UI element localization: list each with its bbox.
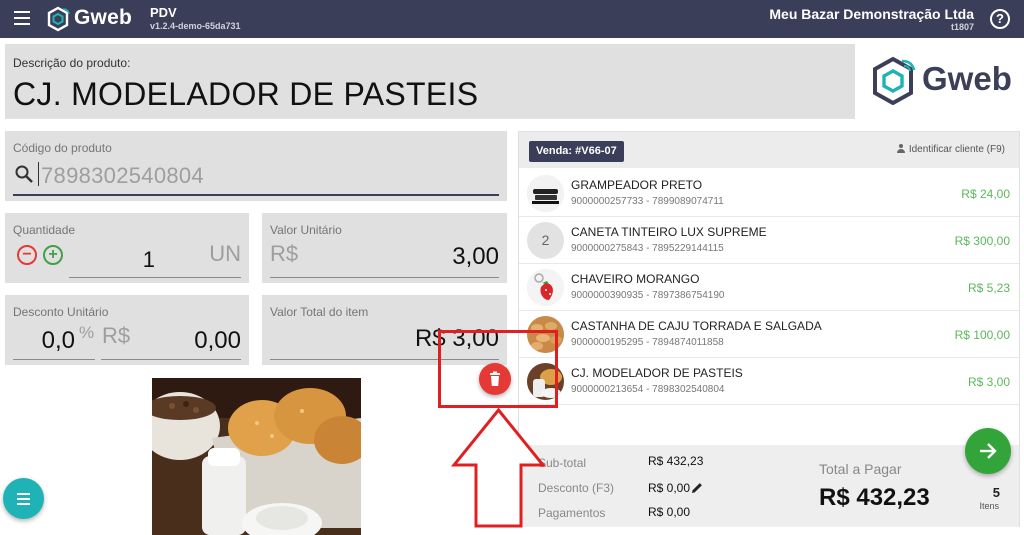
item-price: R$ 300,00: [954, 234, 1010, 248]
sale-header: Venda: #V66-07 Identificar cliente (F9): [519, 132, 1019, 168]
payments-value: R$ 0,00: [648, 505, 691, 519]
item-price: R$ 3,00: [967, 375, 1010, 389]
unit-discount-field: Desconto Unitário 0,0 % R$ 0,00: [5, 295, 249, 365]
sale-panel: Venda: #V66-07 Identificar cliente (F9) …: [518, 131, 1020, 527]
discount-value-underline: [101, 359, 241, 360]
product-description-panel: Descrição do produto: CJ. MODELADOR DE P…: [5, 44, 855, 119]
item-total-label: Valor Total do item: [270, 305, 369, 319]
item-codes: 9000000213654 - 7898302540804: [571, 384, 725, 395]
help-icon[interactable]: ?: [990, 9, 1010, 29]
item-name: GRAMPEADOR PRETO: [571, 178, 703, 192]
quantity-input[interactable]: 1: [115, 247, 155, 273]
total-to-pay-label: Total a Pagar: [819, 461, 902, 477]
percent-symbol: %: [79, 323, 95, 342]
item-thumbnail: 2: [527, 222, 564, 259]
sale-totals-footer: Sub-total R$ 432,23 Desconto (F3) R$ 0,0…: [519, 445, 1019, 527]
item-name: CJ. MODELADOR DE PASTEIS: [571, 366, 743, 380]
description-value: CJ. MODELADOR DE PASTEIS: [13, 76, 479, 112]
hamburger-menu-icon[interactable]: [14, 11, 30, 25]
brand-name: Gweb: [74, 6, 132, 29]
item-thumbnail: [527, 175, 564, 212]
item-name: CASTANHA DE CAJU TORRADA E SALGADA: [571, 319, 822, 333]
unit-discount-label: Desconto Unitário: [13, 305, 109, 319]
app-name: PDV: [150, 5, 177, 20]
quantity-underline: [69, 277, 241, 278]
up-arrow-annotation-icon: [451, 407, 546, 528]
product-code-field[interactable]: Código do produto 7898302540804: [5, 131, 507, 201]
item-thumbnail-number: 2: [541, 232, 550, 248]
gweb-large-logo-icon: [873, 56, 916, 106]
description-label: Descrição do produto:: [13, 56, 131, 70]
pencil-icon[interactable]: [690, 481, 704, 495]
text-caret: [38, 162, 39, 186]
decrease-quantity-button[interactable]: −: [17, 245, 37, 265]
unit-price-input[interactable]: 3,00: [452, 243, 499, 271]
identify-client-button[interactable]: Identificar cliente (F9): [896, 144, 1005, 155]
highlight-annotation-box: [438, 330, 558, 408]
item-price: R$ 100,00: [954, 328, 1010, 342]
sale-items-list: GRAMPEADOR PRETO 9000000257733 - 7899089…: [519, 170, 1019, 405]
items-count-label: Itens: [979, 501, 999, 511]
item-name: CHAVEIRO MORANGO: [571, 272, 700, 286]
increase-quantity-button[interactable]: +: [43, 245, 63, 265]
list-item[interactable]: CJ. MODELADOR DE PASTEIS 9000000213654 -…: [519, 358, 1019, 405]
list-item[interactable]: GRAMPEADOR PRETO 9000000257733 - 7899089…: [519, 170, 1019, 217]
discount-label[interactable]: Desconto (F3): [538, 481, 614, 495]
item-codes: 9000000275843 - 7895229144115: [571, 243, 724, 254]
discount-value: R$ 0,00: [648, 481, 691, 495]
product-code-underline: [13, 194, 499, 196]
item-thumbnail: [527, 269, 564, 306]
unit-price-underline: [270, 277, 499, 278]
unit-price-currency: R$: [270, 241, 299, 266]
total-to-pay-value: R$ 432,23: [819, 484, 930, 511]
items-count: 5: [992, 485, 1000, 500]
search-icon: [15, 165, 33, 183]
store-name: Meu Bazar Demonstração Ltda: [769, 6, 974, 22]
item-name: CANETA TINTEIRO LUX SUPREME: [571, 225, 767, 239]
brand-logo-text: Gweb: [922, 60, 1012, 97]
gweb-logo-icon: [47, 6, 70, 32]
sale-number-badge: Venda: #V66-07: [529, 141, 624, 162]
discount-percent-input[interactable]: 0,0: [17, 327, 75, 355]
product-code-input[interactable]: 7898302540804: [41, 163, 204, 189]
app-version: v1.2.4-demo-65da731: [150, 21, 241, 31]
payments-label: Pagamentos: [538, 506, 606, 520]
discount-currency: R$: [102, 323, 131, 348]
floating-menu-button[interactable]: [3, 478, 44, 519]
top-bar: Gweb PDV v1.2.4-demo-65da731 Meu Bazar D…: [0, 0, 1024, 38]
unit-price-field: Valor Unitário R$ 3,00: [262, 213, 507, 283]
list-item[interactable]: CASTANHA DE CAJU TORRADA E SALGADA 90000…: [519, 311, 1019, 358]
list-item[interactable]: 2 CANETA TINTEIRO LUX SUPREME 9000000275…: [519, 217, 1019, 264]
product-image: [152, 378, 361, 535]
identify-client-label: Identificar cliente (F9): [908, 144, 1005, 155]
quantity-label: Quantidade: [13, 223, 76, 237]
subtotal-value: R$ 432,23: [648, 454, 704, 468]
store-code: t1807: [950, 22, 974, 32]
discount-value-input[interactable]: 0,00: [194, 327, 241, 355]
person-icon: [896, 144, 905, 153]
item-codes: 9000000257733 - 7899089074711: [571, 196, 724, 207]
quantity-unit: UN: [209, 241, 241, 266]
discount-percent-underline: [13, 359, 95, 360]
arrow-right-icon: [980, 443, 997, 459]
product-code-label: Código do produto: [13, 141, 112, 155]
item-codes: 9000000390935 - 7897386754190: [571, 290, 725, 301]
item-price: R$ 5,23: [967, 281, 1010, 295]
quantity-field: Quantidade − + 1 UN: [5, 213, 249, 283]
list-item[interactable]: CHAVEIRO MORANGO 9000000390935 - 7897386…: [519, 264, 1019, 311]
item-price: R$ 24,00: [961, 187, 1010, 201]
proceed-to-payment-button[interactable]: [965, 428, 1011, 474]
item-codes: 9000000195295 - 7894874011858: [571, 337, 724, 348]
unit-price-label: Valor Unitário: [270, 223, 342, 237]
